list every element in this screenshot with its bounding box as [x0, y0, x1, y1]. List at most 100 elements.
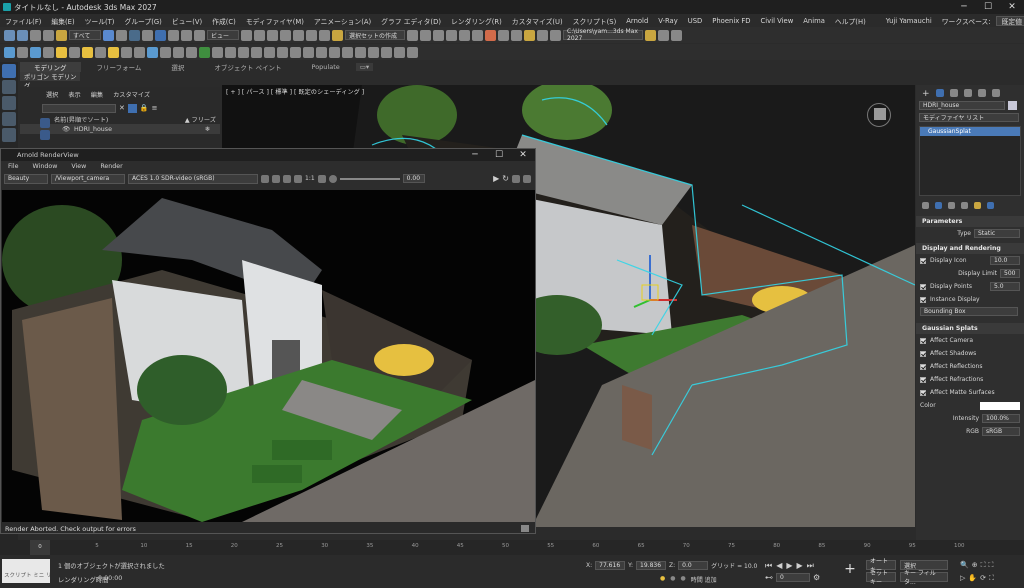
- rollout-parameters[interactable]: Parameters: [916, 216, 1024, 227]
- isolate-icon[interactable]: ●: [670, 575, 675, 584]
- rv-snapshot-icon[interactable]: [272, 174, 280, 183]
- menu-create[interactable]: 作成(C): [207, 16, 241, 26]
- rv-settings-icon[interactable]: [261, 174, 269, 183]
- ribbon-tab-modeling[interactable]: モデリング: [20, 62, 81, 72]
- camera-icon[interactable]: [43, 46, 54, 58]
- reference-coordinate-select[interactable]: ビュー: [207, 30, 239, 40]
- asset-editor-icon[interactable]: [290, 46, 301, 58]
- menu-scripting[interactable]: スクリプト(S): [568, 16, 622, 26]
- region-select-icon[interactable]: [129, 29, 140, 41]
- se-header-freeze[interactable]: ▲ フリーズ: [185, 115, 216, 124]
- se-filter-icon[interactable]: [127, 103, 137, 113]
- display-points-value[interactable]: 5.0: [990, 282, 1020, 291]
- liquid-icon[interactable]: [342, 46, 353, 58]
- redo-icon[interactable]: [17, 29, 28, 41]
- se-lock-icon[interactable]: 🔒: [140, 104, 149, 112]
- undo-icon[interactable]: [4, 29, 15, 41]
- rv-stop-icon[interactable]: [512, 174, 520, 183]
- affect-camera-checkbox[interactable]: [920, 337, 926, 344]
- menu-modifiers[interactable]: モディファイヤ(M): [241, 16, 309, 26]
- vray-icon[interactable]: [160, 46, 171, 58]
- affect-shadows-checkbox[interactable]: [920, 350, 926, 357]
- link-icon[interactable]: [30, 29, 41, 41]
- menu-anima[interactable]: Anima: [798, 17, 830, 25]
- fov-icon[interactable]: ▷: [960, 574, 965, 583]
- container-icon[interactable]: [658, 29, 669, 41]
- go-to-start-icon[interactable]: ⏮: [765, 561, 772, 571]
- rv-menu-file[interactable]: File: [1, 163, 26, 170]
- rv-exposure-icon[interactable]: [328, 174, 337, 183]
- project-folder-icon[interactable]: [645, 29, 656, 41]
- type-select[interactable]: Static: [974, 229, 1020, 238]
- menu-rendering[interactable]: レンダリング(R): [446, 16, 507, 26]
- move-icon[interactable]: [155, 29, 166, 41]
- frame-buffer-icon[interactable]: [277, 46, 288, 58]
- display-icon-value[interactable]: 10.0: [990, 256, 1020, 265]
- zoom-extents-all-icon[interactable]: ⛶: [989, 561, 994, 570]
- pivot-icon[interactable]: [241, 29, 252, 41]
- affect-reflections-checkbox[interactable]: [920, 363, 926, 370]
- menu-arnold[interactable]: Arnold: [621, 17, 653, 25]
- absolute-mode-icon[interactable]: ●: [681, 575, 686, 584]
- display-icon-checkbox[interactable]: [920, 257, 926, 264]
- sun-icon[interactable]: [56, 46, 67, 58]
- ribbon-tab-object-paint[interactable]: オブジェクト ペイント: [200, 62, 295, 72]
- viewport-layout-icon[interactable]: [2, 80, 16, 94]
- place-icon[interactable]: [194, 29, 205, 41]
- rv-camera-icon[interactable]: [521, 525, 529, 532]
- rv-region-icon[interactable]: [294, 174, 302, 183]
- render-setup-icon[interactable]: [498, 29, 509, 41]
- go-to-end-icon[interactable]: ⏭: [807, 561, 814, 571]
- instance-display-select[interactable]: Bounding Box: [920, 307, 1018, 316]
- angle-snap-icon[interactable]: [293, 29, 304, 41]
- se-menu-select[interactable]: 選択: [46, 90, 58, 99]
- se-clear-icon[interactable]: ✕: [119, 104, 125, 112]
- rgb-select[interactable]: sRGB: [982, 427, 1020, 436]
- menu-phoenix[interactable]: Phoenix FD: [707, 17, 755, 25]
- menu-file[interactable]: ファイル(F): [0, 16, 46, 26]
- mesh-tools-icon[interactable]: [251, 46, 262, 58]
- edit-named-selection-icon[interactable]: [332, 29, 343, 41]
- rv-menu-view[interactable]: View: [64, 163, 93, 170]
- se-hierarchy-icon[interactable]: ≡: [152, 104, 158, 112]
- display-limit-value[interactable]: 500: [1000, 269, 1020, 278]
- orbit-icon[interactable]: ⟳: [980, 574, 986, 583]
- menu-customize[interactable]: カスタマイズ(U): [507, 16, 568, 26]
- standin-icon[interactable]: [134, 46, 145, 58]
- phoenix-icon[interactable]: [316, 46, 327, 58]
- key-mode-icon[interactable]: ⊷: [765, 573, 773, 582]
- menu-tools[interactable]: ツール(T): [80, 16, 120, 26]
- particle-icon[interactable]: [381, 46, 392, 58]
- menu-view[interactable]: ビュー(V): [167, 16, 207, 26]
- area-light-icon[interactable]: [121, 46, 132, 58]
- rv-maximize-button[interactable]: ☐: [487, 149, 511, 162]
- affect-refractions-checkbox[interactable]: [920, 376, 926, 383]
- color-swatch[interactable]: [980, 401, 1020, 410]
- create-sphere-icon[interactable]: [4, 46, 15, 58]
- rv-exposure-slider[interactable]: [339, 177, 400, 180]
- se-layer-icon[interactable]: [40, 130, 50, 140]
- material-editor-icon[interactable]: [485, 29, 496, 41]
- play-icon[interactable]: ▶: [786, 561, 792, 571]
- modifier-list-select[interactable]: モディファイヤ リスト: [919, 113, 1019, 122]
- modeling-tab-icon[interactable]: [2, 64, 16, 78]
- viewcube-cube-icon[interactable]: [874, 108, 886, 120]
- spacewarp-icon[interactable]: [95, 46, 106, 58]
- show-end-result-icon[interactable]: [935, 202, 942, 209]
- display-tab-icon[interactable]: [977, 89, 986, 97]
- select-by-name-icon[interactable]: [116, 29, 127, 41]
- rv-save-icon[interactable]: [523, 174, 531, 183]
- scale-icon[interactable]: [181, 29, 192, 41]
- aov-select[interactable]: Beauty: [4, 173, 48, 184]
- utilities-tab-icon[interactable]: [991, 89, 1000, 97]
- keyboard-shortcut-icon[interactable]: [267, 29, 278, 41]
- rv-channel-icon[interactable]: [283, 174, 291, 183]
- key-filters-button[interactable]: キー フィルタ...: [900, 570, 948, 586]
- minimize-button[interactable]: ─: [952, 0, 976, 14]
- rv-crop-icon[interactable]: [317, 174, 326, 183]
- rv-close-button[interactable]: ✕: [511, 149, 535, 162]
- arnold-shader-icon[interactable]: [147, 46, 158, 58]
- rv-exposure-value[interactable]: 0.00: [402, 174, 425, 183]
- rollout-display-rendering[interactable]: Display and Rendering: [916, 243, 1024, 254]
- z-field[interactable]: 0.0: [678, 561, 709, 570]
